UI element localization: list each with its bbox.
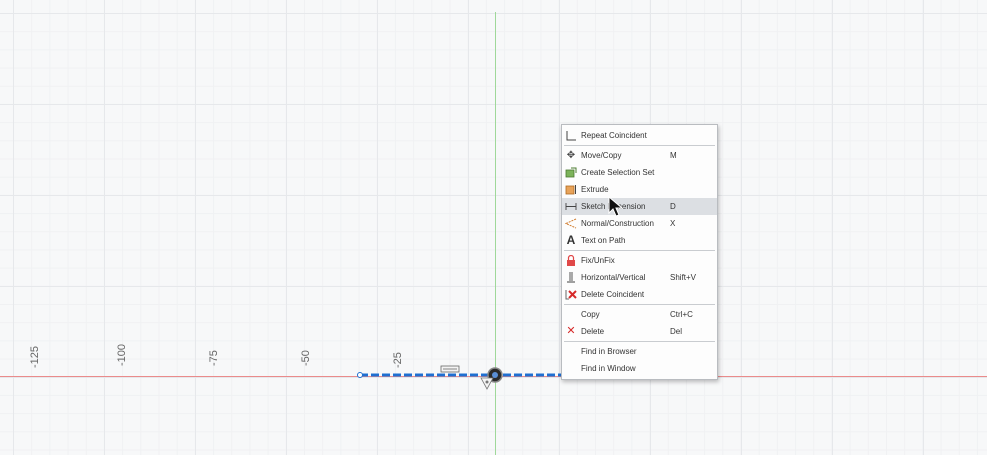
horizontal-vertical-icon — [565, 272, 577, 283]
menu-item-label: Find in Browser — [581, 347, 637, 356]
menu-item-label: Create Selection Set — [581, 168, 655, 177]
menu-item-fix-unfix[interactable]: Fix/UnFix — [562, 252, 717, 269]
menu-item-shortcut: Del — [670, 327, 683, 336]
menu-item-label: Text on Path — [581, 236, 626, 245]
menu-item-extrude[interactable]: Extrude — [562, 181, 717, 198]
move-icon: ✥ — [566, 150, 576, 161]
menu-item-shortcut: Shift+V — [670, 273, 697, 282]
menu-item-move-copy[interactable]: ✥ Move/Copy M — [562, 147, 717, 164]
mouse-cursor-icon — [608, 196, 624, 217]
menu-item-label: Delete — [581, 327, 605, 336]
menu-item-label: Copy — [581, 310, 600, 319]
menu-item-normal-construction[interactable]: Normal/Construction X — [562, 215, 717, 232]
menu-item-shortcut: Ctrl+C — [670, 310, 693, 319]
menu-item-text-on-path[interactable]: A Text on Path — [562, 232, 717, 249]
menu-separator — [564, 341, 715, 342]
menu-item-shortcut: M — [670, 151, 677, 160]
sketch-dimension-icon — [565, 201, 577, 212]
menu-item-label: Find in Window — [581, 364, 636, 373]
menu-separator — [564, 250, 715, 251]
menu-item-shortcut: X — [670, 219, 676, 228]
menu-item-delete-coincident[interactable]: Delete Coincident — [562, 286, 717, 303]
menu-separator — [564, 304, 715, 305]
menu-item-label: Fix/UnFix — [581, 256, 615, 265]
selection-set-icon — [565, 167, 577, 178]
menu-item-label: Repeat Coincident — [581, 131, 647, 140]
construction-icon — [564, 218, 577, 229]
menu-item-label: Extrude — [581, 185, 609, 194]
menu-item-delete[interactable]: ✕ Delete Del — [562, 323, 717, 340]
horizontal-constraint-icon[interactable] — [440, 365, 460, 373]
coincident-constraint-icon[interactable] — [480, 377, 494, 390]
delete-icon: ✕ — [566, 325, 576, 337]
repeat-coincident-icon — [565, 130, 577, 141]
menu-separator — [564, 145, 715, 146]
menu-item-create-selection-set[interactable]: Create Selection Set — [562, 164, 717, 181]
origin-center — [492, 372, 498, 378]
menu-item-find-in-window[interactable]: Find in Window — [562, 360, 717, 377]
menu-item-label: Normal/Construction — [581, 219, 654, 228]
menu-item-label: Move/Copy — [581, 151, 622, 160]
context-menu: Repeat Coincident ✥ Move/Copy M Create S… — [561, 124, 718, 380]
sketch-geometry — [357, 365, 635, 390]
menu-item-sketch-dimension[interactable]: Sketch Dimension D — [562, 198, 717, 215]
menu-item-repeat-coincident[interactable]: Repeat Coincident — [562, 127, 717, 144]
menu-item-copy[interactable]: Copy Ctrl+C — [562, 306, 717, 323]
menu-item-find-in-browser[interactable]: Find in Browser — [562, 343, 717, 360]
lock-icon — [565, 254, 577, 266]
menu-item-shortcut: D — [670, 202, 676, 211]
extrude-icon — [565, 184, 577, 195]
text-icon: A — [566, 233, 576, 247]
menu-item-label: Horizontal/Vertical — [581, 273, 646, 282]
delete-coincident-icon — [565, 289, 577, 300]
menu-item-label: Delete Coincident — [581, 290, 645, 299]
menu-item-horizontal-vertical[interactable]: Horizontal/Vertical Shift+V — [562, 269, 717, 286]
line-endpoint[interactable] — [357, 372, 363, 378]
